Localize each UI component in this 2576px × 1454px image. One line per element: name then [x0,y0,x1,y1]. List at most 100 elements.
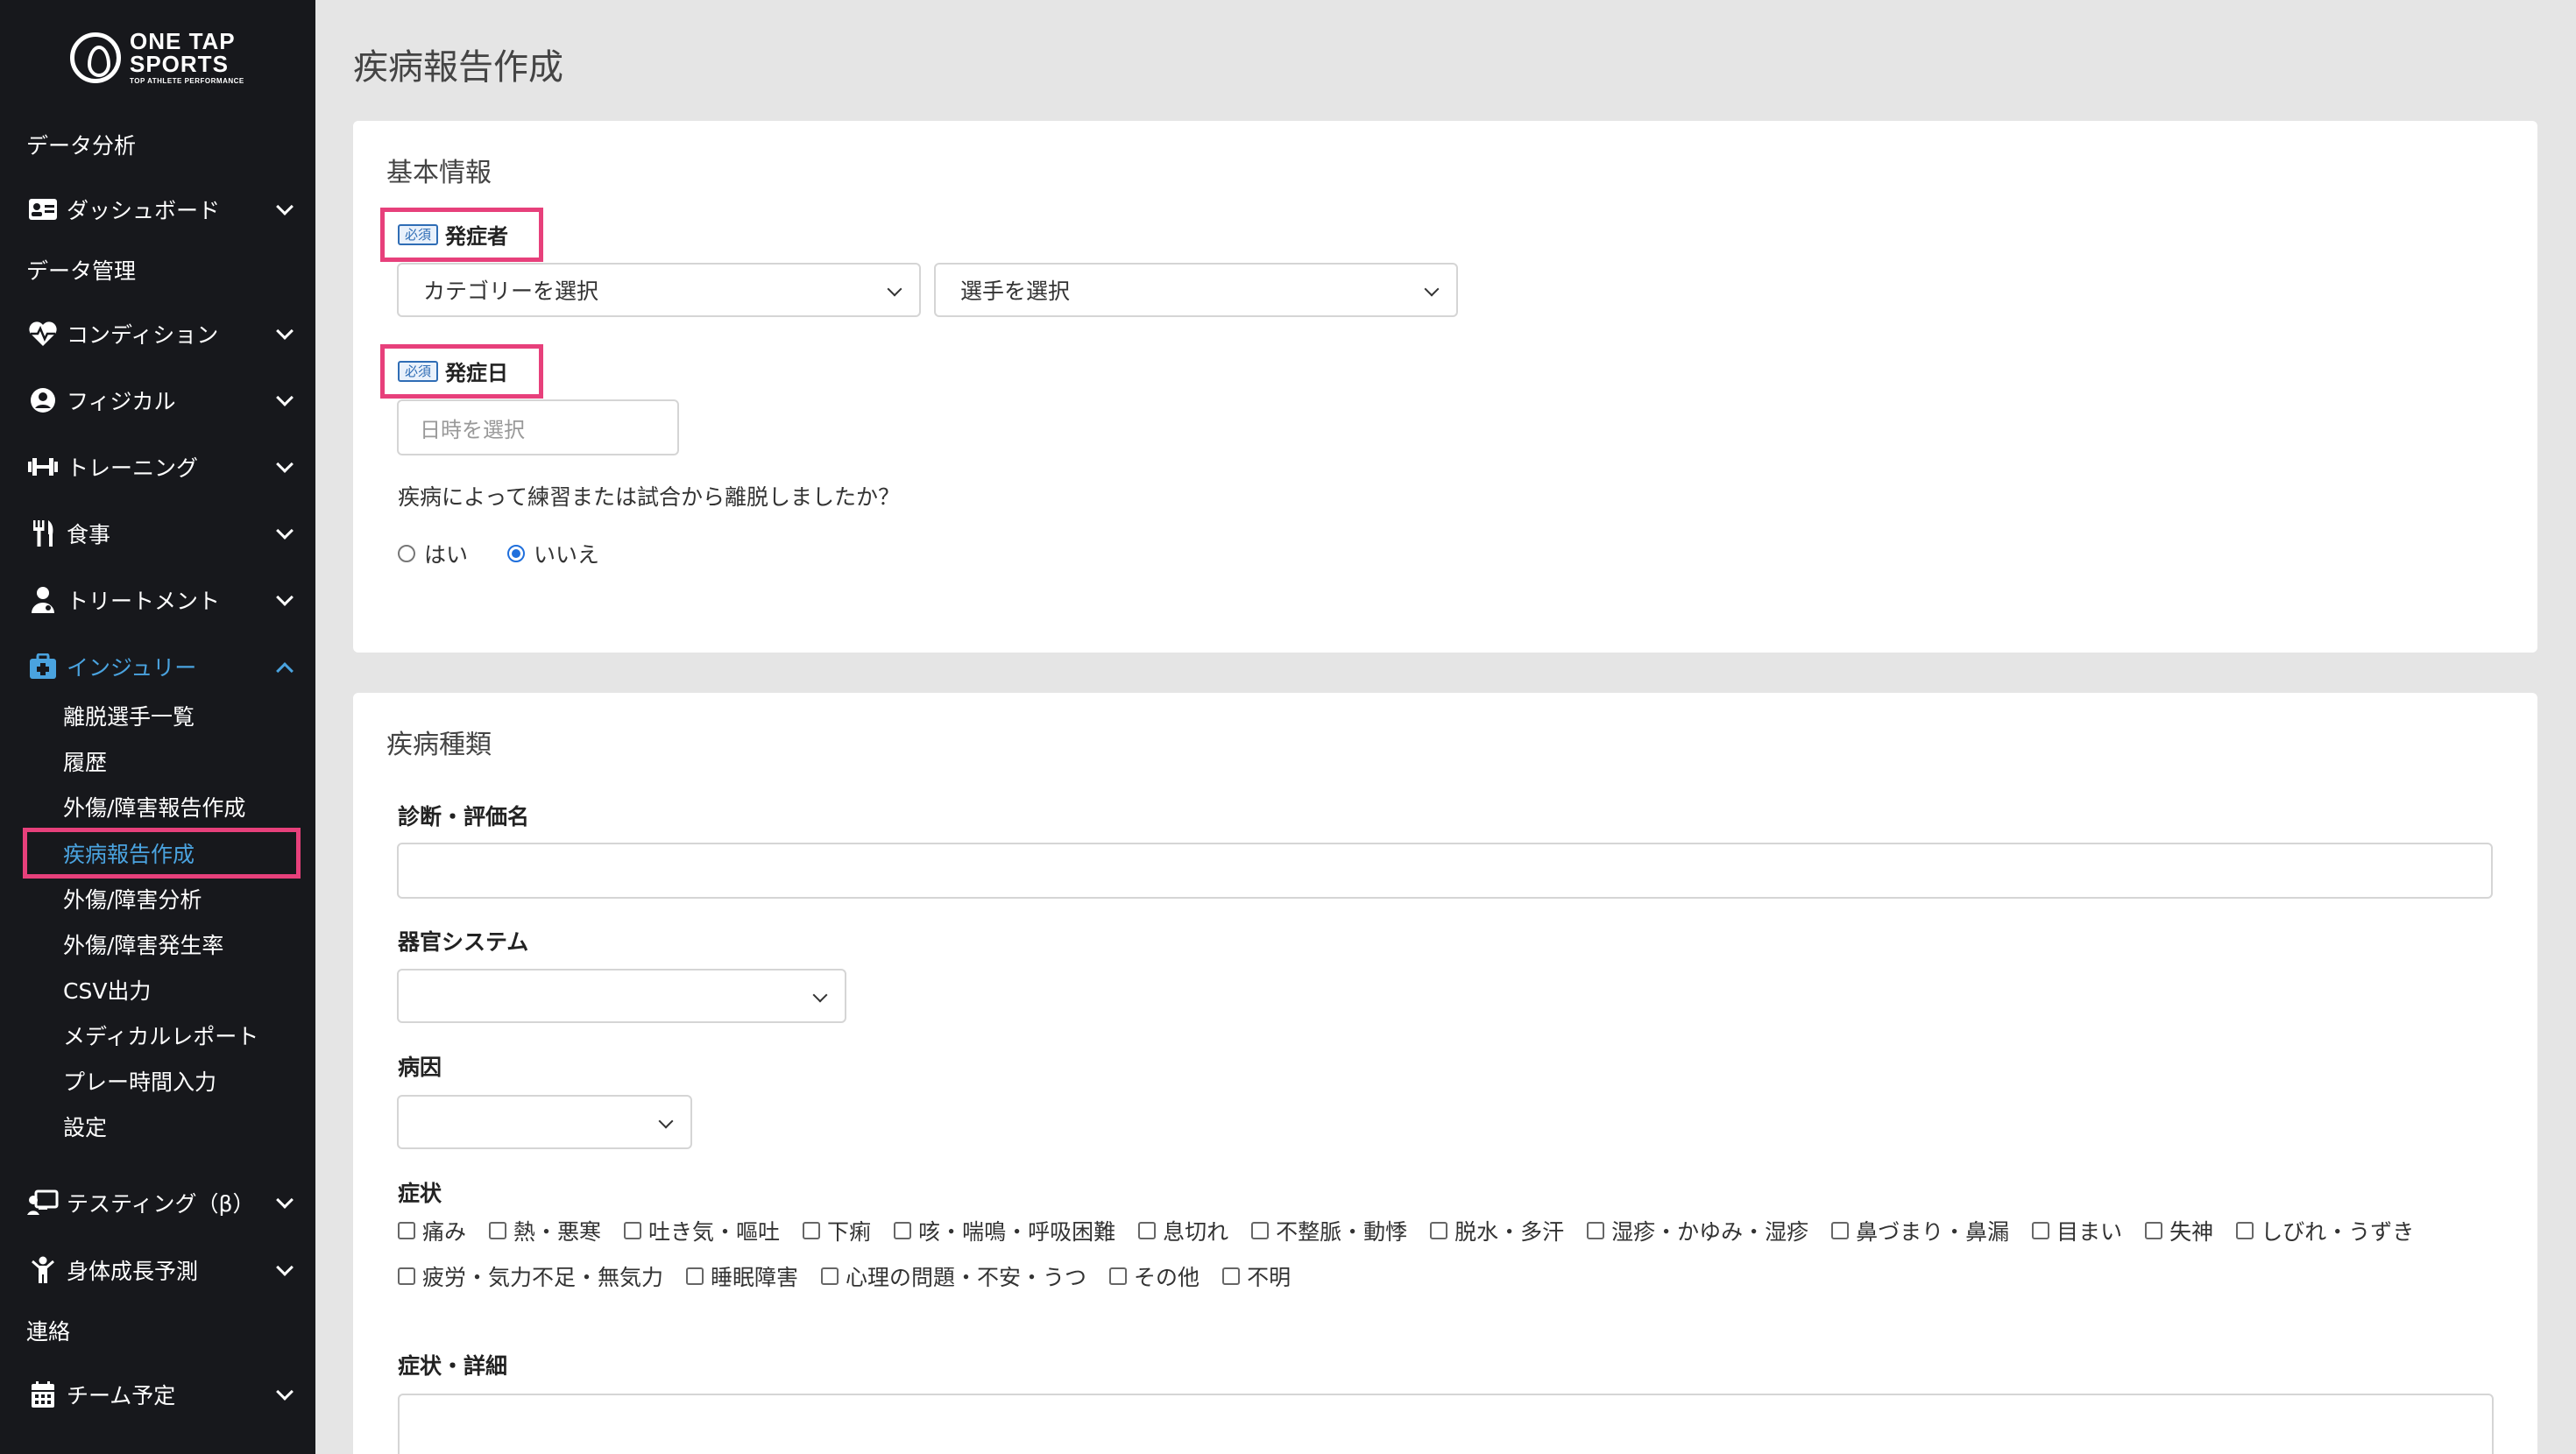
symptom-checkbox-item[interactable]: 咳・喘鳴・呼吸困難 [894,1208,1115,1253]
card-title: 疾病種類 [386,730,492,760]
checkbox[interactable] [803,1222,821,1239]
checkbox-label: 不明 [1247,1265,1292,1290]
sidebar-item-team-schedule[interactable]: チーム予定 [0,1368,315,1421]
sidebar-item-testing[interactable]: テスティング（β） [0,1176,315,1229]
radio-yes[interactable]: はい [398,538,468,569]
chevron-down-icon [276,322,294,340]
sidebar-item-injury[interactable]: インジュリー [0,640,315,693]
sidebar-item-label: 食事 [67,522,111,547]
symptom-checkbox-item[interactable]: 目まい [2032,1208,2122,1253]
radio-button-selected[interactable] [507,545,525,562]
symptom-checkbox-item[interactable]: 鼻づまり・鼻漏 [1831,1208,2009,1253]
checkbox[interactable] [1831,1222,1850,1239]
symptom-checkbox-item[interactable]: 吐き気・嘔吐 [624,1208,780,1253]
symptom-checkbox-item[interactable]: 脱水・多汗 [1430,1208,1564,1253]
sidebar-item-data-management[interactable]: データ管理 [0,244,315,296]
checkbox[interactable] [821,1267,839,1285]
card-title: 基本情報 [386,158,492,188]
checkbox[interactable] [2145,1222,2163,1239]
sidebar-item-label: フィジカル [67,389,176,414]
medkit-icon [26,650,60,683]
sidebar-item-dashboard[interactable]: ダッシュボード [0,183,315,236]
checkbox[interactable] [489,1222,507,1239]
checkbox-label: 痛み [422,1219,467,1245]
symptom-checkbox-item[interactable]: 下痢 [803,1208,871,1253]
checkbox[interactable] [398,1267,415,1285]
symptom-checkbox-item[interactable]: その他 [1109,1253,1200,1299]
required-badge: 必須 [398,223,439,245]
heart-pulse-icon [26,317,60,350]
checkbox[interactable] [2032,1222,2050,1239]
sidebar-item-growth-prediction[interactable]: 身体成長予測 [0,1244,315,1296]
sidebar-item-training[interactable]: トレーニング [0,441,315,493]
cause-select[interactable] [397,1095,692,1149]
sidebar-item-treatment[interactable]: トリートメント [0,574,315,626]
sidebar-subitem-medical-report[interactable]: メディカルレポート [63,1015,258,1055]
sidebar-item-physical[interactable]: フィジカル [0,374,315,427]
checkbox-label: 吐き気・嘔吐 [648,1219,781,1245]
symptom-checkbox-item[interactable]: しびれ・うずき [2236,1208,2414,1253]
sidebar-item-label: データ管理 [26,258,137,284]
symptom-checkbox-item[interactable]: 疲労・気力不足・無気力 [398,1253,663,1299]
checkbox[interactable] [894,1222,912,1239]
sidebar-item-condition[interactable]: コンディション [0,307,315,360]
sidebar-item-meal[interactable]: 食事 [0,507,315,560]
dumbbell-icon [26,450,60,483]
sidebar-item-label: 連絡 [26,1319,71,1345]
organ-system-label: 器官システム [398,929,529,955]
radio-button[interactable] [398,545,415,562]
brand-logo[interactable]: ONE TAP SPORTS TOP ATHLETE PERFORMANCE [70,30,244,85]
sidebar-subitem-csv-export[interactable]: CSV出力 [63,970,151,1010]
checkbox-label: 不整脈・動悸 [1276,1219,1408,1245]
checkbox-label: 鼻づまり・鼻漏 [1856,1219,2010,1245]
symptom-checkbox-item[interactable]: 痛み [398,1208,466,1253]
chevron-down-icon [658,1113,674,1129]
sidebar-item-contact[interactable]: 連絡 [0,1304,315,1357]
chevron-down-icon [276,522,294,540]
sidebar-item-data-analysis[interactable]: データ分析 [0,118,315,171]
sidebar-subitem-injury-analysis[interactable]: 外傷/障害分析 [63,879,202,919]
highlight-frame [23,828,301,879]
sidebar-subitem-history[interactable]: 履歴 [63,741,107,781]
page-title: 疾病報告作成 [353,47,563,88]
checkbox[interactable] [1222,1267,1241,1285]
checkbox[interactable] [2236,1222,2254,1239]
sidebar-subitem-injury-report[interactable]: 外傷/障害報告作成 [63,787,245,827]
select-value: カテゴリーを選択 [423,279,599,304]
symptom-checkbox-item[interactable]: 不明 [1222,1253,1291,1299]
checkbox[interactable] [1430,1222,1448,1239]
checkbox[interactable] [398,1222,415,1239]
sidebar-item-label: トレーニング [67,455,199,481]
checkbox[interactable] [1109,1267,1128,1285]
chevron-down-icon [276,1191,294,1209]
checkbox[interactable] [1138,1222,1157,1239]
symptom-checkbox-item[interactable]: 湿疹・かゆみ・湿疹 [1587,1208,1808,1253]
checkbox-label: 目まい [2056,1219,2123,1245]
symptom-checkbox-item[interactable]: 不整脈・動悸 [1251,1208,1407,1253]
category-select[interactable]: カテゴリーを選択 [397,263,921,317]
diagnosis-input[interactable] [397,843,2493,899]
subitem-label: 履歴 [63,750,108,775]
onset-date-input[interactable]: 日時を選択 [397,399,679,455]
symptom-checkbox-item[interactable]: 心理の問題・不安・うつ [821,1253,1086,1299]
checkbox[interactable] [686,1267,704,1285]
checkbox[interactable] [1587,1222,1605,1239]
onset-person-label: 必須 発症者 [398,219,508,250]
radio-no[interactable]: いいえ [507,538,599,569]
label-text: 発症日 [445,361,509,385]
symptom-checkbox-item[interactable]: 息切れ [1138,1208,1228,1253]
symptom-checkbox-item[interactable]: 熱・悪寒 [489,1208,601,1253]
symptom-checkbox-item[interactable]: 睡眠障害 [686,1253,798,1299]
symptom-details-textarea[interactable] [398,1394,2494,1454]
symptom-checkbox-item[interactable]: 失神 [2145,1208,2213,1253]
sidebar-subitem-settings[interactable]: 設定 [63,1106,107,1147]
sidebar-subitem-injury-rate[interactable]: 外傷/障害発生率 [63,924,223,964]
sidebar-subitem-absent-players[interactable]: 離脱選手一覧 [63,695,195,736]
chalkboard-icon [26,1186,60,1219]
sidebar-subitem-play-time[interactable]: プレー時間入力 [63,1061,216,1101]
organ-system-select[interactable] [397,969,846,1023]
checkbox[interactable] [624,1222,642,1239]
player-select[interactable]: 選手を選択 [934,263,1458,317]
checkbox[interactable] [1251,1222,1270,1239]
chevron-down-icon [812,987,828,1003]
